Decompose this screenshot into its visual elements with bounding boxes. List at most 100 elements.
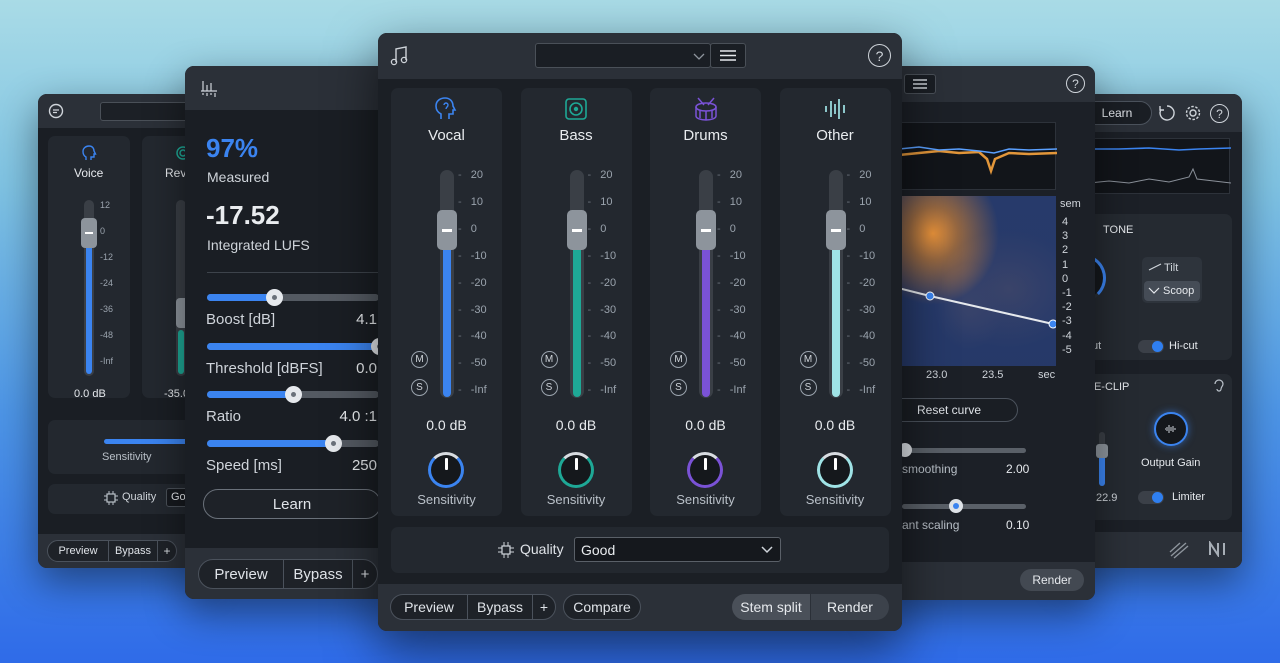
fader-scale-tick: - -20 (717, 276, 746, 289)
fader-scale-tick: - -Inf (846, 384, 876, 397)
scaling-value: 0.10 (1006, 518, 1030, 532)
gear-icon[interactable] (1184, 104, 1202, 122)
other-sensitivity-label: Sensitivity (805, 492, 865, 507)
fader-scale-tick: - -30 (458, 303, 487, 316)
bass-mute-button[interactable]: M (540, 351, 558, 368)
history-icon[interactable] (1158, 104, 1176, 122)
fader-scale-tick: - -20 (587, 276, 617, 289)
meter-icon[interactable] (197, 77, 221, 101)
fader-scale-value: 0 (600, 222, 607, 235)
fader-scale-value: -10 (859, 249, 876, 262)
vocal-mute-button[interactable]: M (411, 351, 428, 368)
bypass-button[interactable]: Bypass (283, 559, 353, 589)
fader-scale-tick: - 10 (458, 195, 483, 208)
chat-icon[interactable] (48, 103, 64, 119)
fader-scale-value: 20 (470, 169, 483, 181)
menu-button[interactable] (710, 43, 746, 68)
loudness-window: 97% Measured -17.52 Integrated LUFS Boos… (185, 66, 397, 599)
fader-scale-value: -20 (859, 276, 876, 289)
quality-select[interactable]: Good (574, 537, 781, 562)
fader-scale-tick: - -40 (717, 330, 746, 343)
other-fader-handle[interactable] (825, 210, 846, 250)
scaling-slider-handle[interactable] (949, 499, 963, 513)
fader-scale-tick: - -30 (717, 303, 746, 316)
fader-scale-tick: - -Inf (587, 384, 617, 397)
fader-scale-value: -Inf (470, 384, 487, 397)
ear-icon[interactable] (1213, 379, 1225, 393)
scaling-slider-track[interactable] (902, 504, 1026, 509)
stem-split-button[interactable]: Stem split (732, 594, 810, 620)
fader-scale-tick: - 0 (458, 222, 477, 235)
hicut-toggle[interactable] (1138, 340, 1164, 353)
fader-scale-tick: - 10 (717, 195, 742, 208)
fader-scale-tick: - -Inf (458, 384, 487, 397)
sensitivity-label: Sensitivity (102, 451, 152, 463)
vocal-solo-button[interactable]: S (411, 379, 428, 396)
drums-mute-button[interactable]: M (670, 351, 687, 368)
preset-dropdown[interactable] (535, 43, 711, 68)
fader-scale-tick: - -30 (846, 303, 876, 316)
loudness-slider-fill (207, 439, 333, 447)
drums-sensitivity-label: Sensitivity (676, 492, 735, 507)
other-mute-button[interactable]: M (799, 351, 817, 368)
output-gain-knob[interactable] (1154, 412, 1188, 446)
spectrogram[interactable] (898, 196, 1056, 366)
help-icon[interactable]: ? (1210, 104, 1229, 123)
fader-scale-value: 10 (470, 195, 483, 208)
preview-button[interactable]: Preview (47, 540, 109, 562)
fader-scale-value: 10 (600, 195, 613, 208)
fader-scale-value: 20 (600, 169, 613, 181)
vocal-sensitivity-label: Sensitivity (417, 492, 476, 507)
sem-tick: -5 (1062, 343, 1072, 356)
other-sensitivity-knob[interactable] (816, 452, 853, 488)
compare-button[interactable]: Compare (563, 594, 641, 620)
far-left-window: Voice Rev 12 0 -12 -24 -36 -48 -Inf 0.0 dB -35… (38, 94, 208, 568)
bass-fader-handle[interactable] (566, 210, 587, 250)
bypass-button[interactable]: Bypass (108, 540, 158, 562)
fader-scale-value: -20 (470, 276, 487, 289)
tilt-option[interactable]: Tilt (1164, 262, 1178, 274)
fader-scale-value: 0 (859, 222, 866, 235)
sem-tick: 4 (1062, 216, 1069, 228)
vocal-fader-handle[interactable] (437, 210, 457, 250)
lufs-value: -17.52 (206, 200, 280, 230)
drums-sensitivity-knob[interactable] (687, 452, 723, 488)
loudness-slider-handle[interactable] (285, 386, 302, 403)
brand-logo-icon (1168, 540, 1190, 560)
drums-solo-button[interactable]: S (670, 379, 687, 396)
other-solo-button[interactable]: S (799, 379, 817, 396)
fader-scale-tick: - 10 (587, 195, 613, 208)
sem-axis-label: sem (1060, 198, 1081, 210)
render-button[interactable]: Render (811, 594, 889, 620)
voice-fader-fill (86, 234, 92, 374)
preview-button[interactable]: Preview (390, 594, 468, 620)
fader-scale-value: 0 (470, 222, 477, 235)
menu-button[interactable] (904, 74, 936, 94)
help-icon[interactable]: ? (868, 44, 891, 67)
help-icon[interactable]: ? (1066, 74, 1085, 93)
loudness-slider-handle[interactable] (266, 289, 284, 306)
learn-button[interactable]: Learn (203, 489, 381, 519)
other-fader-fill (831, 233, 840, 397)
vocal-sensitivity-knob[interactable] (428, 452, 464, 488)
note-icon[interactable] (390, 44, 410, 68)
help-glyph: ? (1216, 106, 1223, 121)
bass-sensitivity-knob[interactable] (557, 452, 594, 488)
bass-solo-button[interactable]: S (540, 379, 558, 396)
fader-scale-tick: - -50 (458, 357, 487, 370)
declip-fader[interactable] (1099, 432, 1105, 486)
loudness-slider-value: 250 (351, 456, 377, 474)
bypass-button[interactable]: Bypass (467, 594, 533, 620)
preview-button[interactable]: Preview (198, 559, 284, 589)
drums-fader-handle[interactable] (696, 210, 716, 250)
smoothing-slider-track[interactable] (902, 448, 1026, 453)
vocal-readout: 0.0 dB (426, 417, 467, 433)
voice-fader-handle[interactable] (81, 218, 97, 248)
sem-tick: -2 (1062, 301, 1072, 314)
loudness-slider-handle[interactable] (324, 434, 342, 452)
declip-fader-handle[interactable] (1096, 444, 1108, 458)
fader-scale-tick: -48 (100, 330, 114, 340)
render-button[interactable]: Render (1020, 569, 1084, 591)
sem-tick: 0 (1062, 272, 1069, 285)
limiter-toggle[interactable] (1138, 491, 1164, 504)
